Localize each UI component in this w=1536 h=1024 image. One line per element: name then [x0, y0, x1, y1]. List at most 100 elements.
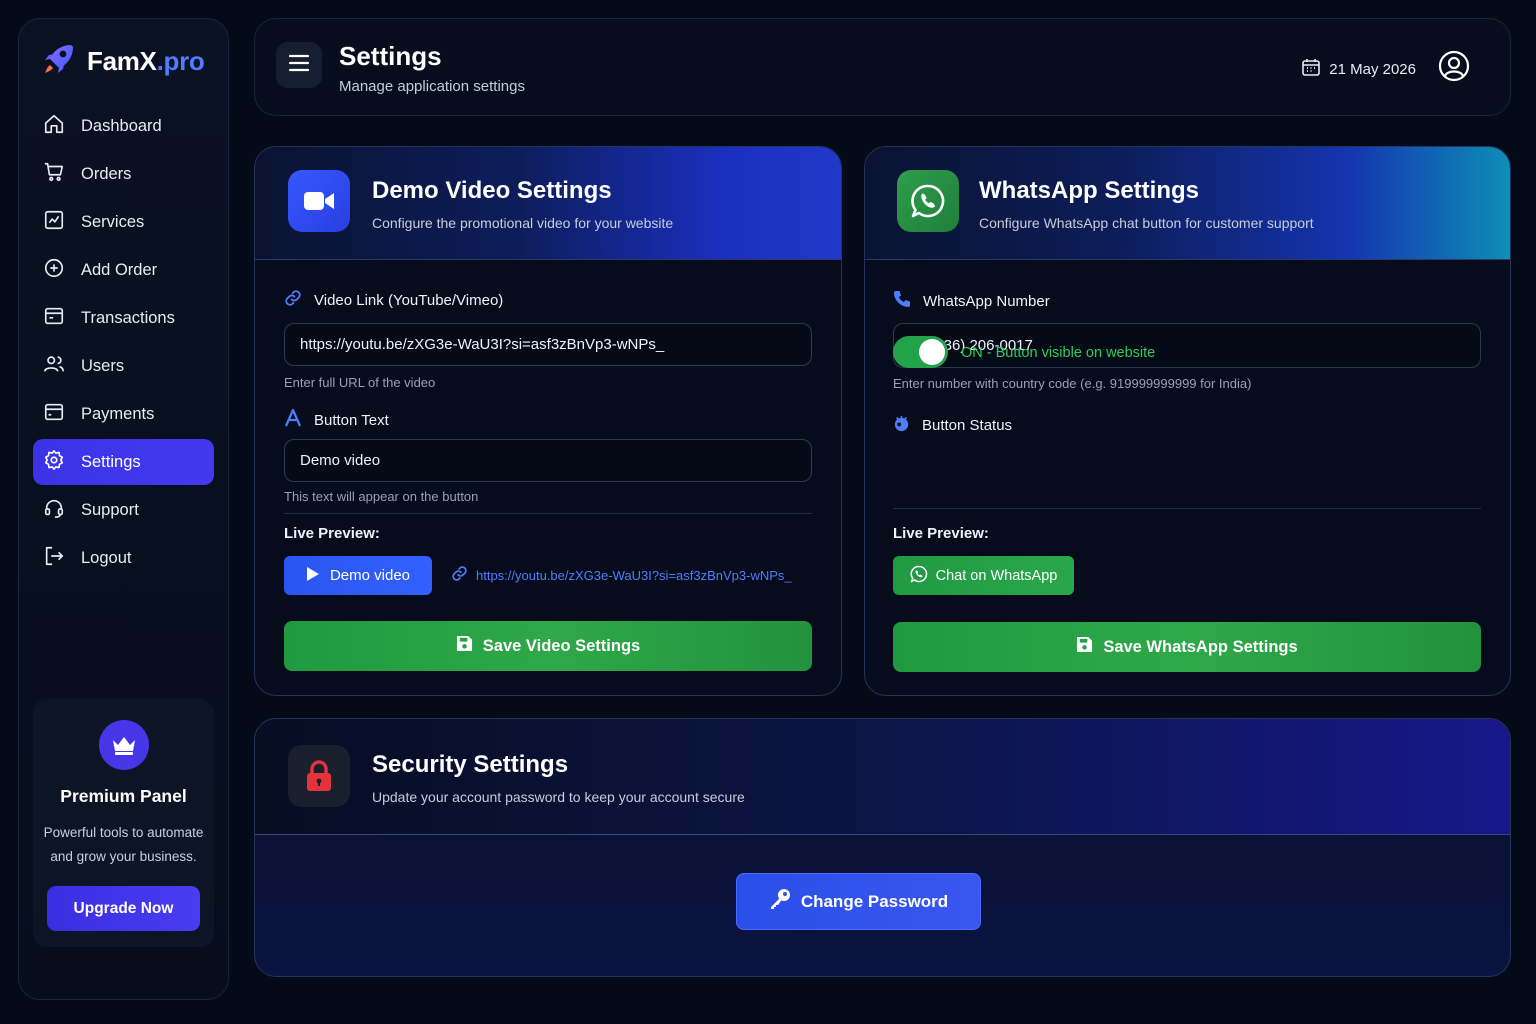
divider	[284, 513, 812, 514]
save-video-settings-button[interactable]: Save Video Settings	[284, 621, 812, 671]
preview-chat-on-whatsapp-button[interactable]: Chat on WhatsApp	[893, 556, 1074, 595]
sidebar-item-services[interactable]: Services	[33, 199, 214, 245]
label-text: Button Text	[314, 411, 389, 429]
live-preview-label: Live Preview:	[893, 525, 989, 542]
brand-logo[interactable]: FamX.pro	[41, 41, 205, 82]
chart-box-icon	[43, 209, 65, 236]
status-toggle-icon	[893, 415, 910, 436]
crown-icon	[98, 720, 149, 770]
sidebar-item-label: Settings	[81, 452, 141, 471]
preview-video-link[interactable]: https://youtu.be/zXG3e-WaU3I?si=asf3zBnV…	[451, 565, 792, 585]
play-icon	[306, 566, 320, 586]
demo-video-settings-card: Demo Video Settings Configure the promot…	[254, 146, 842, 696]
label-text: Button Status	[922, 417, 1013, 434]
preview-demo-video-button[interactable]: Demo video	[284, 556, 432, 595]
toggle-knob	[919, 339, 945, 365]
whatsapp-settings-card: WhatsApp Settings Configure WhatsApp cha…	[864, 146, 1511, 696]
wallet-icon	[43, 305, 65, 332]
logout-icon	[43, 545, 65, 572]
gear-icon	[43, 449, 65, 476]
rocket-icon	[41, 41, 77, 82]
security-settings-card: Security Settings Update your account pa…	[254, 718, 1511, 977]
sidebar-item-dashboard[interactable]: Dashboard	[33, 103, 214, 149]
cart-icon	[43, 161, 65, 188]
preview-link-text: https://youtu.be/zXG3e-WaU3I?si=asf3zBnV…	[476, 567, 792, 583]
card-subtitle: Update your account password to keep you…	[372, 789, 745, 805]
change-password-label: Change Password	[800, 891, 949, 911]
label-text: WhatsApp Number	[923, 292, 1050, 310]
preview-button-label: Demo video	[329, 567, 411, 584]
save-whatsapp-settings-button[interactable]: Save WhatsApp Settings	[893, 622, 1481, 672]
label-text: Video Link (YouTube/Vimeo)	[314, 291, 504, 309]
sidebar-item-label: Support	[81, 500, 139, 519]
sidebar-item-label: Users	[81, 356, 125, 375]
home-icon	[43, 113, 65, 140]
date-display: 21 May 2026	[1301, 57, 1416, 81]
sidebar-item-transactions[interactable]: Transactions	[33, 295, 214, 341]
upgrade-now-button[interactable]: Upgrade Now	[47, 886, 200, 931]
save-disk-icon	[1076, 636, 1093, 658]
sidebar-item-settings[interactable]: Settings	[33, 439, 214, 485]
save-button-label: Save WhatsApp Settings	[1103, 637, 1298, 656]
divider	[893, 508, 1481, 509]
premium-panel-card: Premium Panel Powerful tools to automate…	[33, 699, 214, 947]
page-title: Settings	[339, 41, 442, 71]
save-button-label: Save Video Settings	[482, 636, 641, 655]
sidebar-item-payments[interactable]: Payments	[33, 391, 214, 437]
sidebar-item-label: Dashboard	[81, 116, 162, 135]
user-avatar-icon[interactable]	[1438, 50, 1470, 87]
button-status-toggle[interactable]	[893, 336, 948, 368]
sidebar-item-label: Orders	[81, 164, 132, 183]
users-icon	[43, 353, 65, 380]
button-text-label: Button Text	[284, 408, 389, 431]
link-icon	[451, 565, 468, 585]
sidebar-item-label: Transactions	[81, 308, 175, 327]
card-subtitle: Configure WhatsApp chat button for custo…	[979, 215, 1314, 231]
sidebar-item-label: Logout	[81, 548, 132, 567]
sidebar-item-label: Services	[81, 212, 145, 231]
sidebar-item-orders[interactable]: Orders	[33, 151, 214, 197]
card-header: Security Settings Update your account pa…	[255, 719, 1510, 835]
key-icon	[769, 888, 791, 915]
link-icon	[284, 289, 302, 311]
menu-toggle-button[interactable]	[276, 42, 322, 88]
button-text-hint: This text will appear on the button	[284, 489, 479, 504]
sidebar-item-label: Add Order	[81, 260, 158, 279]
video-link-label: Video Link (YouTube/Vimeo)	[284, 289, 503, 311]
font-letter-icon	[284, 408, 302, 431]
button-status-label: Button Status	[893, 415, 1012, 436]
whatsapp-icon	[897, 170, 959, 232]
card-title: WhatsApp Settings	[979, 177, 1199, 204]
whatsapp-number-label: WhatsApp Number	[893, 290, 1050, 312]
sidebar-item-support[interactable]: Support	[33, 487, 214, 533]
brand-name: FamX.pro	[87, 46, 205, 76]
calendar-icon	[1301, 57, 1321, 81]
save-disk-icon	[456, 635, 473, 657]
change-password-button[interactable]: Change Password	[736, 873, 981, 930]
card-subtitle: Configure the promotional video for your…	[372, 215, 674, 231]
sidebar-nav: Dashboard Orders Services Add Order Tran…	[33, 103, 214, 583]
button-text-input[interactable]: Demo video	[284, 439, 812, 482]
page-subtitle: Manage application settings	[339, 78, 525, 95]
whatsapp-icon	[910, 565, 928, 587]
sidebar-item-label: Payments	[81, 404, 155, 423]
sidebar-item-users[interactable]: Users	[33, 343, 214, 389]
premium-title: Premium Panel	[60, 786, 187, 806]
preview-button-label: Chat on WhatsApp	[935, 567, 1058, 584]
card-title: Demo Video Settings	[372, 177, 612, 204]
plus-circle-icon	[43, 257, 65, 284]
video-link-input[interactable]: https://youtu.be/zXG3e-WaU3I?si=asf3zBnV…	[284, 323, 812, 366]
video-camera-icon	[288, 170, 350, 232]
top-bar: Settings Manage application settings 21 …	[254, 18, 1511, 116]
live-preview-label: Live Preview:	[284, 525, 380, 542]
card-icon	[43, 401, 65, 428]
hamburger-icon	[288, 54, 310, 77]
lock-icon	[288, 745, 350, 807]
whatsapp-number-hint: Enter number with country code (e.g. 919…	[893, 376, 1252, 391]
phone-icon	[893, 290, 911, 312]
sidebar-item-add-order[interactable]: Add Order	[33, 247, 214, 293]
button-status-text: ON - Button visible on website	[961, 345, 1156, 361]
headset-icon	[43, 497, 65, 524]
sidebar-item-logout[interactable]: Logout	[33, 535, 214, 581]
card-header: Demo Video Settings Configure the promot…	[255, 147, 841, 260]
